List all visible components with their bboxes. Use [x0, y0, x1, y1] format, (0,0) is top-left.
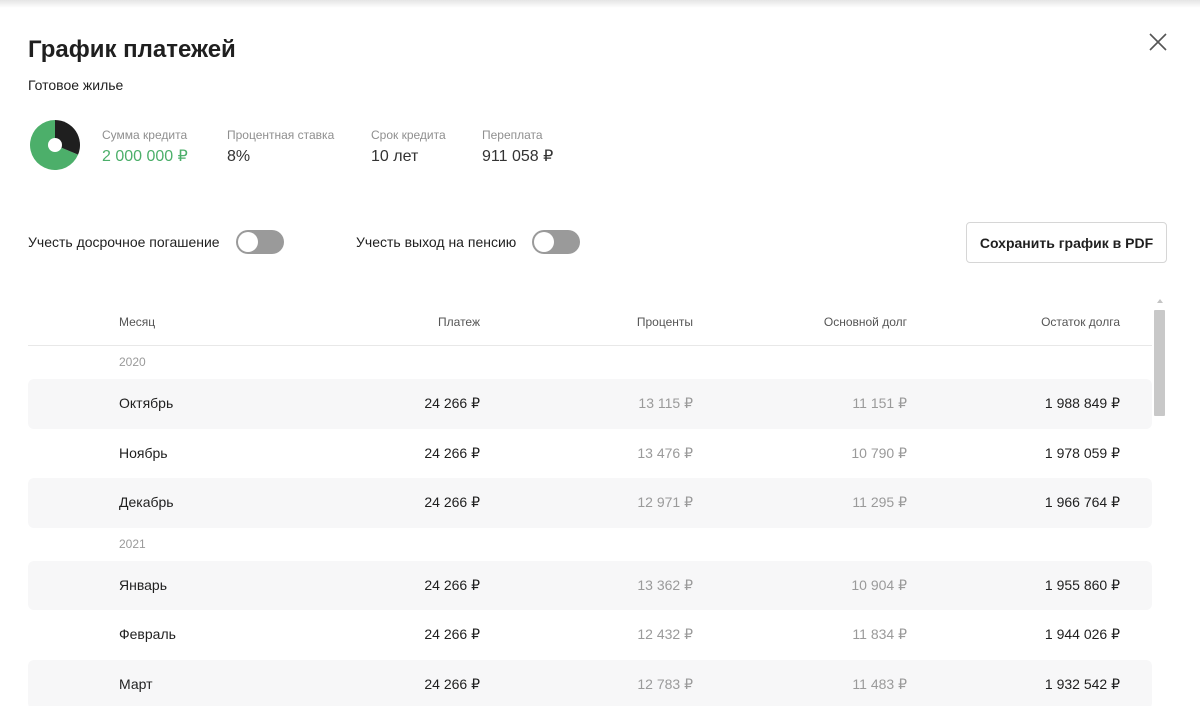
- stat-term-value: 10 лет: [371, 148, 419, 165]
- year-group-header: 2020: [28, 346, 1152, 379]
- table-row: Март 24 266 ₽ 12 783 ₽ 11 483 ₽ 1 932 54…: [28, 659, 1152, 706]
- stat-rate-label: Процентная ставка: [227, 128, 335, 142]
- stat-rate-value: 8%: [227, 148, 251, 165]
- cell-interest: 13 362 ₽: [637, 576, 693, 593]
- save-pdf-button[interactable]: Сохранить график в PDF: [966, 222, 1167, 263]
- table-header: Месяц Платеж Проценты Основной долг Оста…: [28, 296, 1152, 346]
- cell-payment: 24 266 ₽: [424, 626, 480, 642]
- table-scrollbar[interactable]: [1154, 296, 1167, 706]
- cell-payment: 24 266 ₽: [424, 494, 480, 510]
- cell-month: Октябрь: [119, 395, 174, 411]
- cell-interest: 12 971 ₽: [637, 494, 693, 510]
- col-header-month: Месяц: [119, 315, 156, 329]
- early-repayment-label: Учесть досрочное погашение: [28, 234, 220, 250]
- toggle-knob: [237, 232, 258, 252]
- table-row: Февраль 24 266 ₽ 12 432 ₽ 11 834 ₽ 1 944…: [28, 610, 1152, 660]
- cell-principal: 11 834 ₽: [852, 626, 907, 642]
- payment-schedule-table: Месяц Платеж Проценты Основной долг Оста…: [28, 296, 1152, 706]
- cell-balance: 1 966 764 ₽: [1044, 494, 1120, 510]
- table-row: Октябрь 24 266 ₽ 13 115 ₽ 11 151 ₽ 1 988…: [28, 379, 1152, 429]
- cell-interest: 12 432 ₽: [637, 626, 693, 642]
- table-row: Декабрь 24 266 ₽ 12 971 ₽ 11 295 ₽ 1 966…: [28, 478, 1152, 528]
- cell-interest: 12 783 ₽: [637, 675, 693, 692]
- pie-hole: [48, 138, 62, 152]
- year-label: 2021: [119, 536, 146, 551]
- page-title: График платежей: [28, 36, 236, 63]
- cell-month: Январь: [119, 576, 167, 593]
- stat-term: Срок кредита 10 лет: [371, 127, 446, 167]
- col-header-balance: Остаток долга: [1041, 315, 1120, 329]
- cell-month: Март: [119, 675, 153, 692]
- stat-loan-amount-value: 2 000 000 ₽: [102, 148, 188, 165]
- table-row: Январь 24 266 ₽ 13 362 ₽ 10 904 ₽ 1 955 …: [28, 560, 1152, 610]
- cell-principal: 10 904 ₽: [851, 576, 907, 593]
- cell-interest: 13 476 ₽: [637, 444, 693, 461]
- scroll-up-arrow-icon[interactable]: [1157, 299, 1163, 303]
- cell-payment: 24 266 ₽: [424, 444, 480, 461]
- toggle-knob: [534, 232, 555, 252]
- stat-overpayment: Переплата 911 058 ₽: [482, 127, 553, 167]
- close-button[interactable]: [1146, 30, 1170, 54]
- cell-payment: 24 266 ₽: [424, 395, 480, 411]
- cell-month: Февраль: [119, 626, 176, 642]
- cell-principal: 11 295 ₽: [852, 494, 907, 510]
- stat-loan-amount: Сумма кредита 2 000 000 ₽: [102, 127, 188, 167]
- stat-rate: Процентная ставка 8%: [227, 127, 334, 167]
- close-icon: [1149, 33, 1167, 51]
- cell-balance: 1 944 026 ₽: [1044, 626, 1120, 642]
- page-subtitle: Готовое жилье: [28, 77, 124, 93]
- cell-month: Декабрь: [119, 494, 174, 510]
- cell-month: Ноябрь: [119, 444, 168, 461]
- year-group-header: 2021: [28, 528, 1152, 561]
- early-repayment-toggle[interactable]: [235, 230, 284, 254]
- stat-overpayment-label: Переплата: [482, 128, 543, 142]
- cell-payment: 24 266 ₽: [424, 675, 480, 692]
- retirement-label: Учесть выход на пенсию: [356, 234, 517, 250]
- cell-payment: 24 266 ₽: [424, 576, 480, 593]
- cell-principal: 10 790 ₽: [851, 444, 907, 461]
- cell-balance: 1 978 059 ₽: [1044, 444, 1120, 461]
- cell-balance: 1 932 542 ₽: [1044, 675, 1120, 692]
- stat-overpayment-value: 911 058 ₽: [482, 148, 554, 165]
- stat-loan-amount-label: Сумма кредита: [102, 128, 188, 142]
- cell-principal: 11 483 ₽: [852, 675, 907, 692]
- loan-pie-chart: [30, 120, 80, 170]
- cell-balance: 1 988 849 ₽: [1044, 395, 1120, 411]
- retirement-toggle[interactable]: [532, 230, 581, 254]
- scroll-thumb[interactable]: [1154, 310, 1165, 416]
- col-header-interest: Проценты: [636, 315, 693, 329]
- table-row: Ноябрь 24 266 ₽ 13 476 ₽ 10 790 ₽ 1 978 …: [28, 429, 1152, 479]
- top-shadow: [0, 0, 1200, 8]
- cell-principal: 11 151 ₽: [852, 395, 907, 411]
- early-repayment-option: Учесть досрочное погашение: [28, 228, 284, 256]
- col-header-principal: Основной долг: [823, 315, 907, 329]
- stat-term-label: Срок кредита: [371, 128, 446, 142]
- col-header-payment: Платеж: [438, 315, 480, 329]
- cell-balance: 1 955 860 ₽: [1044, 576, 1120, 593]
- cell-interest: 13 115 ₽: [638, 395, 693, 411]
- retirement-option: Учесть выход на пенсию: [356, 228, 581, 256]
- year-label: 2020: [119, 355, 146, 369]
